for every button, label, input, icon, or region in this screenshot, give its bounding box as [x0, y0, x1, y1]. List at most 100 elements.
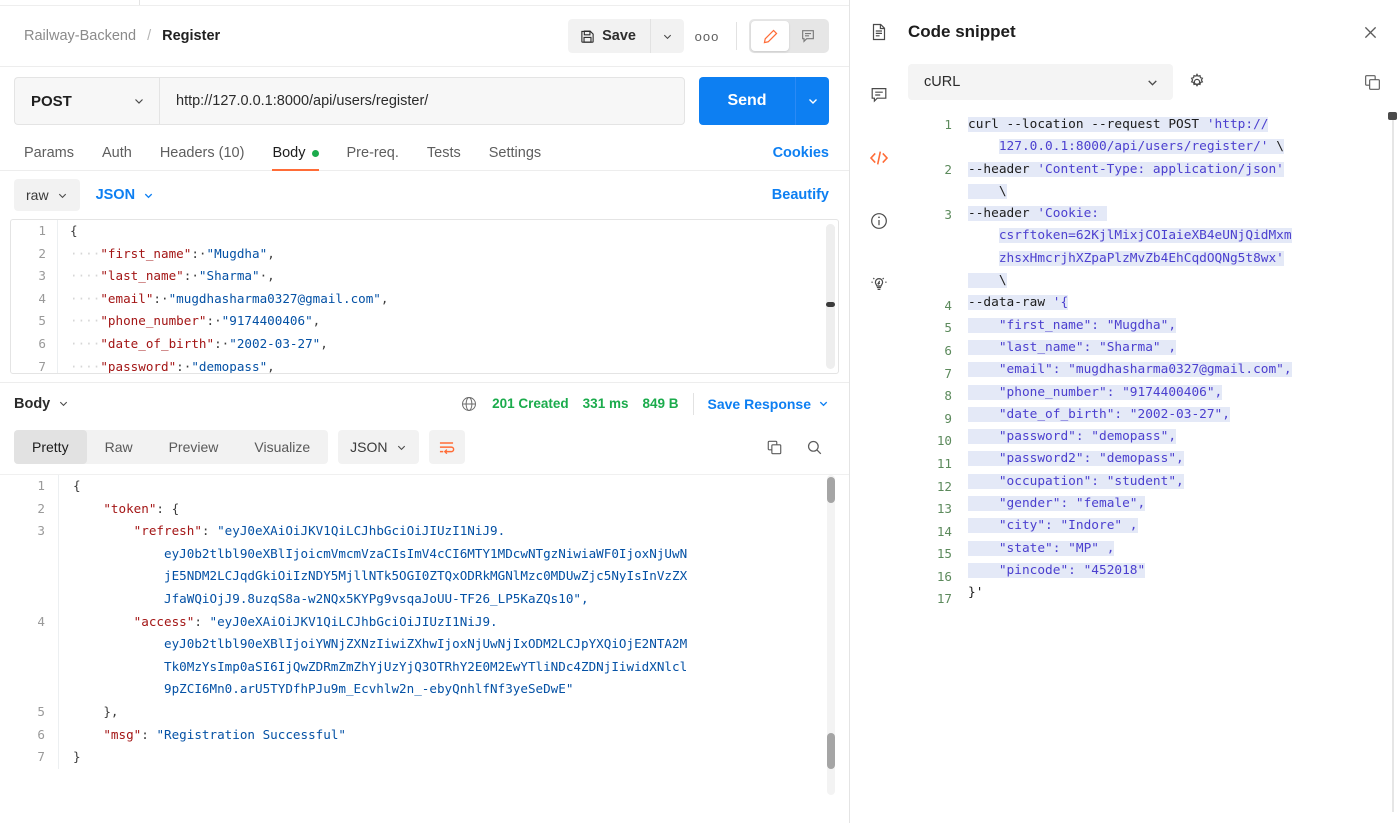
line-number	[908, 137, 952, 160]
response-scrollbar-thumb-lower[interactable]	[827, 733, 835, 769]
send-button[interactable]: Send	[699, 77, 795, 125]
tab-prerequest[interactable]: Pre-req.	[333, 145, 413, 170]
code-token: "last_name"	[100, 268, 184, 284]
code-token: curl --location --request POST	[968, 117, 1207, 132]
code-line: "date_of_birth": "2002-03-27",	[968, 404, 1386, 426]
code-line: zhsxHmcrjhXZpaPlzMvZb4EhCqdOQNg5t8wx'	[968, 248, 1386, 270]
snippet-scrollbar-track[interactable]	[1392, 112, 1394, 812]
comment-mode-button[interactable]	[789, 21, 827, 51]
pencil-icon	[762, 28, 779, 45]
response-view-visualize[interactable]: Visualize	[236, 430, 328, 464]
url-input[interactable]: http://127.0.0.1:8000/api/users/register…	[159, 77, 685, 125]
code-token: "password"	[100, 358, 177, 374]
response-view-preview[interactable]: Preview	[151, 430, 237, 464]
code-icon[interactable]	[865, 144, 893, 172]
documentation-icon[interactable]	[865, 18, 893, 46]
more-actions-button[interactable]: ooo	[690, 19, 724, 53]
body-format-select[interactable]: JSON	[84, 179, 167, 211]
code-token	[968, 451, 999, 467]
tab-params[interactable]: Params	[24, 145, 88, 170]
response-body-editor[interactable]: 1 2 3 4 5 6 7 { "token": { "refresh": "eyJ0e…	[0, 474, 849, 823]
line-number: 6	[944, 342, 952, 358]
tab-label: Tests	[426, 145, 461, 161]
tab-label: Pre-req.	[346, 145, 399, 161]
snippet-code-lines: curl --location --request POST 'http:// …	[964, 114, 1400, 611]
code-token: :·	[153, 290, 169, 306]
comment-icon	[800, 28, 816, 44]
code-token: "last_name": "Sharma" ,	[998, 339, 1177, 355]
beautify-button[interactable]: Beautify	[772, 187, 829, 203]
copy-response-button[interactable]	[759, 432, 789, 462]
code-line: "first_name": "Mugdha",	[968, 315, 1386, 337]
code-token: eyJ0b2tlbl90eXBlIjoicmVmcmVzaCIsImV4cCI6…	[164, 545, 688, 561]
tab-headers[interactable]: Headers (10)	[146, 145, 259, 170]
code-line: 9pZCI6Mn0.arU5TYDfhPJu9m_Ecvhlw2n_-ebyQn…	[73, 678, 849, 701]
code-snippet-body[interactable]: 1 2 3 4 5 6 7 8 9 10 11 12 13 14 15 16 17 curl --loca…	[908, 114, 1400, 823]
code-token	[968, 562, 999, 578]
response-view-raw[interactable]: Raw	[87, 430, 151, 464]
snippet-scrollbar-thumb[interactable]	[1388, 112, 1397, 120]
request-code-lines: {····"first_name":·"Mugdha", ····"last_na…	[57, 220, 838, 374]
response-format-select[interactable]: JSON	[338, 430, 419, 464]
request-scrollbar-thumb[interactable]	[826, 302, 835, 307]
code-line: "last_name": "Sharma" ,	[968, 337, 1386, 359]
code-line: 127.0.0.1:8000/api/users/register/' \	[968, 136, 1386, 158]
line-number: 2	[38, 245, 46, 261]
breadcrumb-current[interactable]: Register	[162, 28, 220, 44]
language-select[interactable]: cURL	[908, 64, 1173, 100]
code-snippet-header: Code snippet	[908, 0, 1400, 64]
save-options-button[interactable]	[650, 19, 684, 53]
response-scrollbar-thumb[interactable]	[827, 477, 835, 503]
code-line: jE5NDM2LCJqdGkiOiIzNDY5MjllNTk5OGI0ZTQxO…	[73, 565, 849, 588]
close-icon[interactable]	[1361, 23, 1380, 42]
body-mode-select[interactable]: raw	[14, 179, 80, 211]
line-number	[908, 227, 952, 250]
code-line: },	[73, 701, 849, 724]
send-group: Send	[699, 77, 829, 125]
request-body-editor[interactable]: 1234567 {····"first_name":·"Mugdha", ····…	[10, 219, 839, 374]
tab-auth[interactable]: Auth	[88, 145, 146, 170]
line-number: 5	[944, 320, 952, 336]
comments-icon[interactable]	[865, 81, 893, 109]
code-line: "phone_number": "9174400406",	[968, 382, 1386, 404]
chevron-down-icon	[1146, 76, 1159, 89]
tab-body[interactable]: Body	[258, 145, 332, 171]
method-select[interactable]: POST	[14, 77, 159, 125]
copy-snippet-button[interactable]	[1363, 73, 1382, 92]
chevron-down-icon	[58, 398, 69, 409]
save-response-button[interactable]: Save Response	[708, 396, 830, 412]
method-label: POST	[31, 92, 72, 110]
breadcrumb-collection[interactable]: Railway-Backend	[24, 28, 136, 44]
response-section-select[interactable]: Body	[14, 396, 69, 412]
tab-tests[interactable]: Tests	[413, 145, 475, 170]
word-wrap-button[interactable]	[428, 430, 465, 464]
line-number: 1	[944, 117, 952, 132]
line-number: 16	[936, 568, 952, 584]
code-token: \	[1268, 139, 1284, 155]
request-scrollbar-upper[interactable]	[826, 224, 835, 302]
body-mode-label: raw	[26, 187, 49, 203]
code-token: 'Cookie:	[1037, 206, 1107, 222]
code-token: 9pZCI6Mn0.arU5TYDfhPJu9m_Ecvhlw2n_-ebyQn…	[164, 681, 574, 697]
chevron-down-icon	[818, 398, 829, 409]
code-token: ,	[267, 358, 275, 374]
edit-mode-button[interactable]	[751, 21, 789, 51]
cookies-link[interactable]: Cookies	[773, 145, 829, 170]
info-icon[interactable]	[865, 207, 893, 235]
line-number	[908, 272, 952, 295]
save-button[interactable]: Save	[568, 19, 650, 53]
response-view-pretty[interactable]: Pretty	[14, 430, 87, 464]
line-number: 2	[944, 162, 952, 178]
search-response-button[interactable]	[799, 432, 829, 462]
tab-settings[interactable]: Settings	[475, 145, 555, 170]
tab-label: Body	[272, 145, 306, 161]
code-token	[968, 496, 999, 512]
send-options-button[interactable]	[795, 77, 829, 125]
lightbulb-icon[interactable]	[865, 270, 893, 298]
gear-icon[interactable]	[1187, 72, 1207, 92]
